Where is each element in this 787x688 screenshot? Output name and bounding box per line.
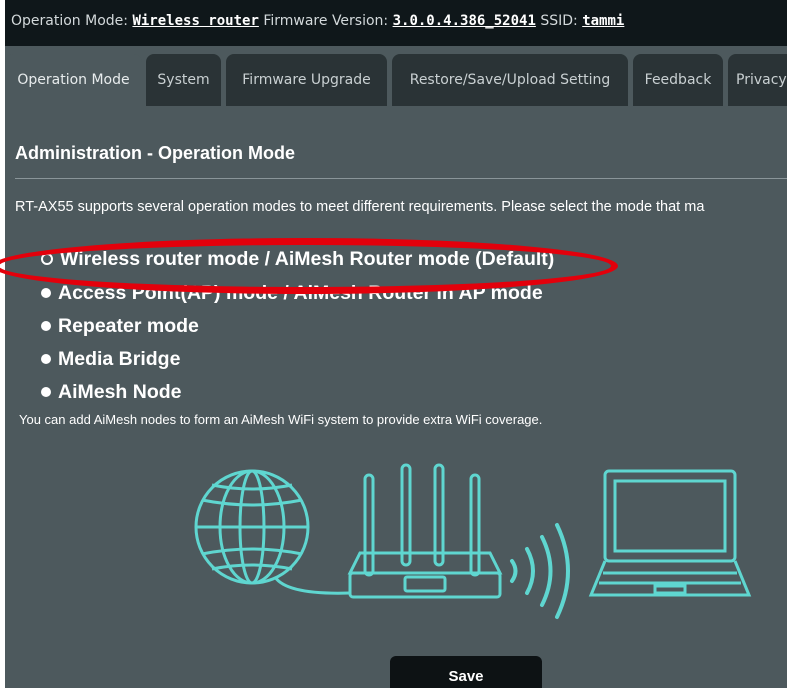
tab-system[interactable]: System <box>146 54 221 106</box>
tab-privacy[interactable]: Privacy <box>728 54 787 106</box>
mode-option-label: Wireless router mode / AiMesh Router mod… <box>60 247 555 270</box>
mode-option-wireless-router[interactable]: Wireless router mode / AiMesh Router mod… <box>41 245 554 273</box>
tab-firmware-upgrade[interactable]: Firmware Upgrade <box>226 54 387 106</box>
radio-icon[interactable] <box>41 354 51 364</box>
operation-mode-label: Operation Mode: <box>11 13 128 29</box>
wifi-signal-icon <box>510 523 570 619</box>
status-line: Operation Mode: Wireless router Firmware… <box>11 13 624 29</box>
aimesh-note: You can add AiMesh nodes to form an AiMe… <box>19 412 543 427</box>
mode-option-media-bridge[interactable]: Media Bridge <box>41 345 180 373</box>
mode-option-access-point[interactable]: Access Point(AP) mode / AiMesh Router in… <box>41 279 543 307</box>
ssid-label: SSID: <box>540 13 578 29</box>
page-title: Administration - Operation Mode <box>15 143 296 163</box>
radio-icon[interactable] <box>41 288 51 298</box>
radio-selected-icon[interactable] <box>41 253 53 265</box>
internet-globe-icon <box>194 469 351 595</box>
tab-restore-save-upload[interactable]: Restore/Save/Upload Setting <box>392 54 628 106</box>
laptop-icon <box>588 469 752 597</box>
radio-icon[interactable] <box>41 387 51 397</box>
tab-bar: Operation Mode System Firmware Upgrade R… <box>5 54 787 106</box>
mode-option-label: Media Bridge <box>58 347 181 370</box>
mode-option-aimesh-node[interactable]: AiMesh Node <box>41 378 182 406</box>
mode-option-label: AiMesh Node <box>58 380 182 403</box>
page-description: RT-AX55 supports several operation modes… <box>15 199 705 215</box>
mode-option-label: Access Point(AP) mode / AiMesh Router in… <box>58 281 543 304</box>
mode-option-repeater[interactable]: Repeater mode <box>41 312 199 340</box>
save-button[interactable]: Save <box>390 656 542 688</box>
firmware-version-label: Firmware Version: <box>263 13 389 29</box>
router-icon <box>347 463 503 599</box>
tab-feedback[interactable]: Feedback <box>633 54 723 106</box>
title-divider <box>15 178 787 179</box>
radio-icon[interactable] <box>41 321 51 331</box>
status-bar: Operation Mode: Wireless router Firmware… <box>5 0 787 46</box>
ssid-link[interactable]: tammi <box>582 13 624 29</box>
operation-mode-link[interactable]: Wireless router <box>132 13 258 29</box>
network-illustration <box>194 463 752 619</box>
firmware-version-link[interactable]: 3.0.0.4.386_52041 <box>393 13 536 29</box>
tab-operation-mode[interactable]: Operation Mode <box>5 54 142 106</box>
mode-option-label: Repeater mode <box>58 314 199 337</box>
settings-frame: Operation Mode: Wireless router Firmware… <box>5 0 787 688</box>
